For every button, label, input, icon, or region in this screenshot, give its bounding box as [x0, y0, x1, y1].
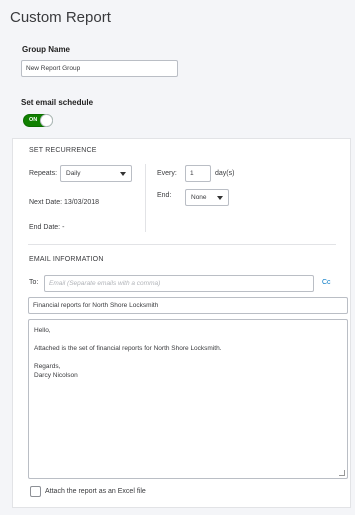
group-name-input[interactable]: New Report Group	[21, 60, 178, 77]
attach-excel-checkbox[interactable]	[30, 486, 41, 497]
group-name-label: Group Name	[22, 45, 71, 54]
email-schedule-label: Set email schedule	[21, 98, 94, 107]
chevron-down-icon	[120, 171, 126, 176]
page-title: Custom Report	[10, 9, 111, 26]
repeats-select[interactable]: Daily	[60, 165, 132, 182]
to-email-placeholder: Email (Separate emails with a comma)	[49, 280, 161, 287]
subject-value: Financial reports for North Shore Locksm…	[33, 302, 159, 309]
to-email-input[interactable]: Email (Separate emails with a comma)	[44, 275, 314, 292]
every-input[interactable]: 1	[185, 165, 211, 182]
end-select[interactable]: None	[185, 189, 229, 206]
subject-input[interactable]: Financial reports for North Shore Locksm…	[28, 297, 348, 314]
every-label: Every:	[157, 170, 177, 177]
end-value: None	[191, 194, 207, 201]
repeats-label: Repeats:	[29, 170, 58, 177]
cc-link[interactable]: Cc	[322, 279, 331, 286]
message-line: Attached is the set of financial reports…	[34, 345, 222, 352]
email-information-title: EMAIL INFORMATION	[29, 256, 104, 263]
set-recurrence-title: SET RECURRENCE	[29, 147, 97, 154]
email-schedule-toggle[interactable]: ON	[23, 114, 53, 127]
resize-handle-icon[interactable]	[339, 470, 345, 476]
end-label: End:	[157, 192, 172, 199]
chevron-down-icon	[217, 195, 223, 200]
message-line: Regards,	[34, 363, 61, 370]
attach-excel-label: Attach the report as an Excel file	[45, 488, 146, 495]
recurrence-divider	[145, 164, 146, 232]
end-date-text: End Date: -	[29, 224, 65, 231]
message-line: Hello,	[34, 327, 51, 334]
toggle-knob	[40, 114, 53, 127]
next-date-text: Next Date: 13/03/2018	[29, 199, 100, 206]
repeats-value: Daily	[66, 170, 81, 177]
every-value: 1	[190, 170, 194, 177]
every-unit-text: day(s)	[215, 170, 235, 177]
group-name-value: New Report Group	[26, 65, 81, 72]
section-divider	[28, 244, 336, 245]
message-textarea[interactable]: Hello, Attached is the set of financial …	[28, 319, 348, 479]
toggle-on-text: ON	[29, 117, 38, 123]
to-label: To:	[29, 279, 39, 286]
message-line: Darcy Nicolson	[34, 372, 78, 379]
